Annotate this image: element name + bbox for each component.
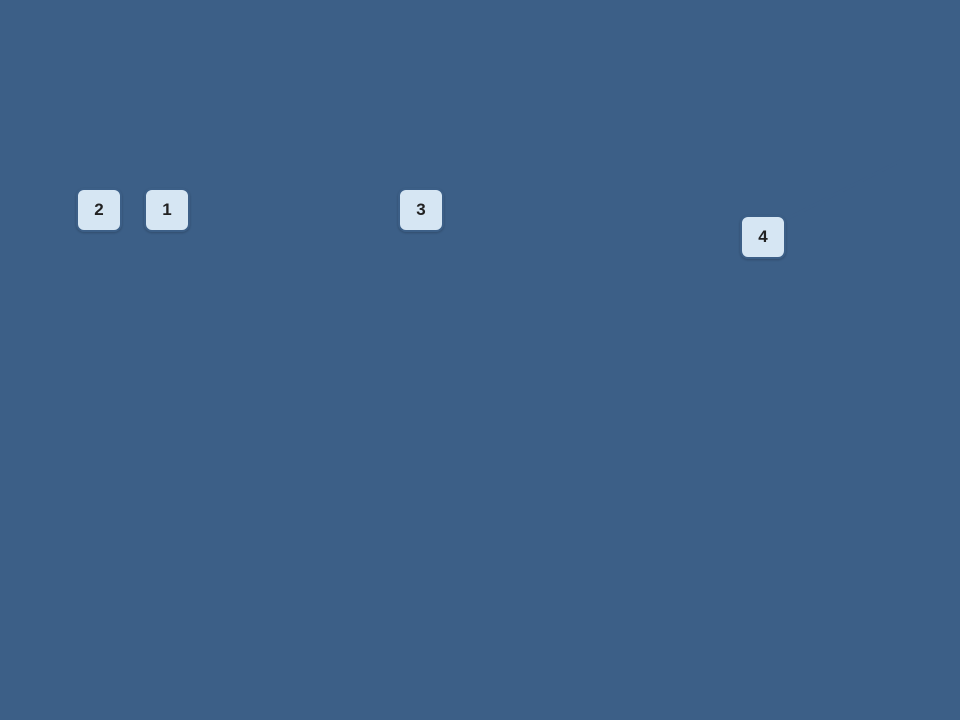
callout-3: 3 <box>398 188 444 232</box>
callout-4: 4 <box>740 215 786 259</box>
callout-line-4 <box>0 0 960 720</box>
callout-1: 1 <box>144 188 190 232</box>
callout-2: 2 <box>76 188 122 232</box>
